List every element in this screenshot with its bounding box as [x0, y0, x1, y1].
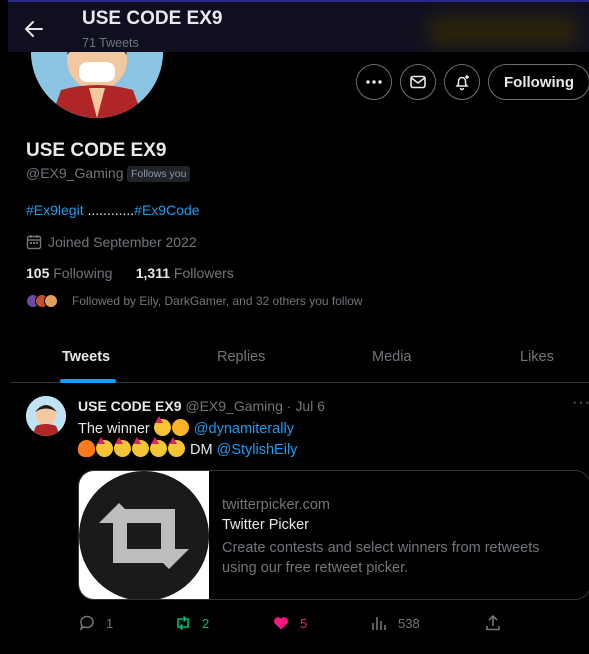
card-title: Twitter Picker	[222, 517, 310, 533]
profile-handle: @EX9_Gaming	[26, 165, 124, 181]
follower-avatar	[44, 294, 58, 308]
reply-button[interactable]: 1	[78, 614, 113, 632]
tweet-author-name[interactable]: USE CODE EX9	[78, 398, 181, 414]
profile-name: USE CODE EX9	[26, 140, 167, 161]
header-tweet-count: 71 Tweets	[82, 36, 139, 50]
share-button[interactable]	[484, 614, 502, 632]
star-eyes-emoji-icon	[171, 419, 189, 436]
message-button[interactable]	[400, 64, 436, 100]
profile-header: USE CODE EX9 71 Tweets	[8, 0, 589, 52]
hashtag-link[interactable]: #Ex9Code	[134, 202, 199, 218]
tweet-more-icon[interactable]: ···	[572, 394, 589, 412]
mention-link[interactable]: @StylishEily	[217, 442, 298, 458]
tweet-date[interactable]: Jul 6	[295, 398, 325, 414]
back-arrow-icon[interactable]	[22, 17, 46, 41]
retweet-icon	[177, 615, 189, 631]
profile-tabs: Tweets Replies Media Likes	[10, 335, 589, 383]
mention-link[interactable]: @dynamiterally	[194, 421, 294, 437]
tweet-text-line1: The winner @dynamiterally	[78, 416, 294, 437]
party-emoji-icon	[96, 437, 113, 457]
tweet-meta: USE CODE EX9 @EX9_Gaming · Jul 6	[78, 398, 325, 414]
like-button[interactable]: 5	[272, 614, 307, 632]
share-icon	[486, 614, 500, 631]
header-banner-blur	[428, 16, 578, 46]
heart-icon	[274, 617, 288, 630]
reply-count: 1	[106, 615, 114, 631]
followers-stat[interactable]: 1,311 Followers	[136, 265, 234, 281]
retweet-count: 2	[202, 615, 210, 631]
joined-date: Joined September 2022	[26, 234, 197, 250]
like-count: 5	[300, 615, 308, 631]
tab-media[interactable]: Media	[372, 349, 412, 365]
card-domain: twitterpicker.com	[222, 497, 330, 513]
active-tab-indicator	[60, 379, 116, 383]
joined-text: Joined September 2022	[48, 234, 197, 250]
party-emoji-icon	[132, 437, 149, 457]
follow-stats: 105 Following 1,311 Followers	[26, 265, 234, 281]
tab-tweets[interactable]: Tweets	[62, 349, 110, 365]
following-stat[interactable]: 105 Following	[26, 265, 112, 281]
bio-text: ............	[83, 202, 135, 218]
envelope-icon	[410, 75, 426, 89]
link-card[interactable]: twitterpicker.com Twitter Picker Create …	[78, 470, 589, 600]
tweet-author-handle[interactable]: @EX9_Gaming	[185, 398, 282, 414]
bell-plus-icon	[455, 75, 469, 91]
following-button[interactable]: Following	[488, 64, 589, 100]
party-emoji-icon	[153, 416, 171, 436]
tweet-avatar[interactable]	[26, 396, 66, 436]
more-options-button[interactable]	[356, 64, 392, 100]
follows-you-badge: Follows you	[127, 166, 191, 182]
profile-bio: #Ex9legit ............#Ex9Code	[26, 202, 200, 218]
tab-replies[interactable]: Replies	[217, 349, 265, 365]
more-dots-icon	[366, 80, 382, 84]
reply-bubble-icon	[79, 615, 94, 631]
followed-by-text: Followed by Eily, DarkGamer, and 32 othe…	[72, 294, 363, 308]
view-count: 538	[398, 615, 420, 631]
tweet[interactable]: USE CODE EX9 @EX9_Gaming · Jul 6 ··· The…	[10, 384, 589, 654]
notifications-button[interactable]	[444, 64, 480, 100]
party-emoji-icon	[114, 437, 131, 457]
header-title: USE CODE EX9	[82, 8, 223, 29]
retweet-button[interactable]: 2	[174, 614, 209, 632]
card-text: twitterpicker.com Twitter Picker Create …	[222, 497, 577, 578]
party-emoji-icon	[150, 437, 167, 457]
hashtag-link[interactable]: #Ex9legit	[26, 202, 84, 218]
followed-by[interactable]: Followed by Eily, DarkGamer, and 32 othe…	[26, 294, 363, 308]
views-button[interactable]: 538	[370, 614, 420, 632]
calendar-icon	[26, 235, 42, 250]
card-image	[79, 471, 209, 599]
fire-emoji-icon	[78, 440, 95, 457]
tweet-text-line2: DM @StylishEily	[78, 437, 298, 458]
card-description: Create contests and select winners from …	[222, 540, 540, 576]
party-emoji-icon	[168, 437, 185, 457]
bar-chart-icon	[372, 617, 386, 630]
tab-likes[interactable]: Likes	[520, 349, 554, 365]
